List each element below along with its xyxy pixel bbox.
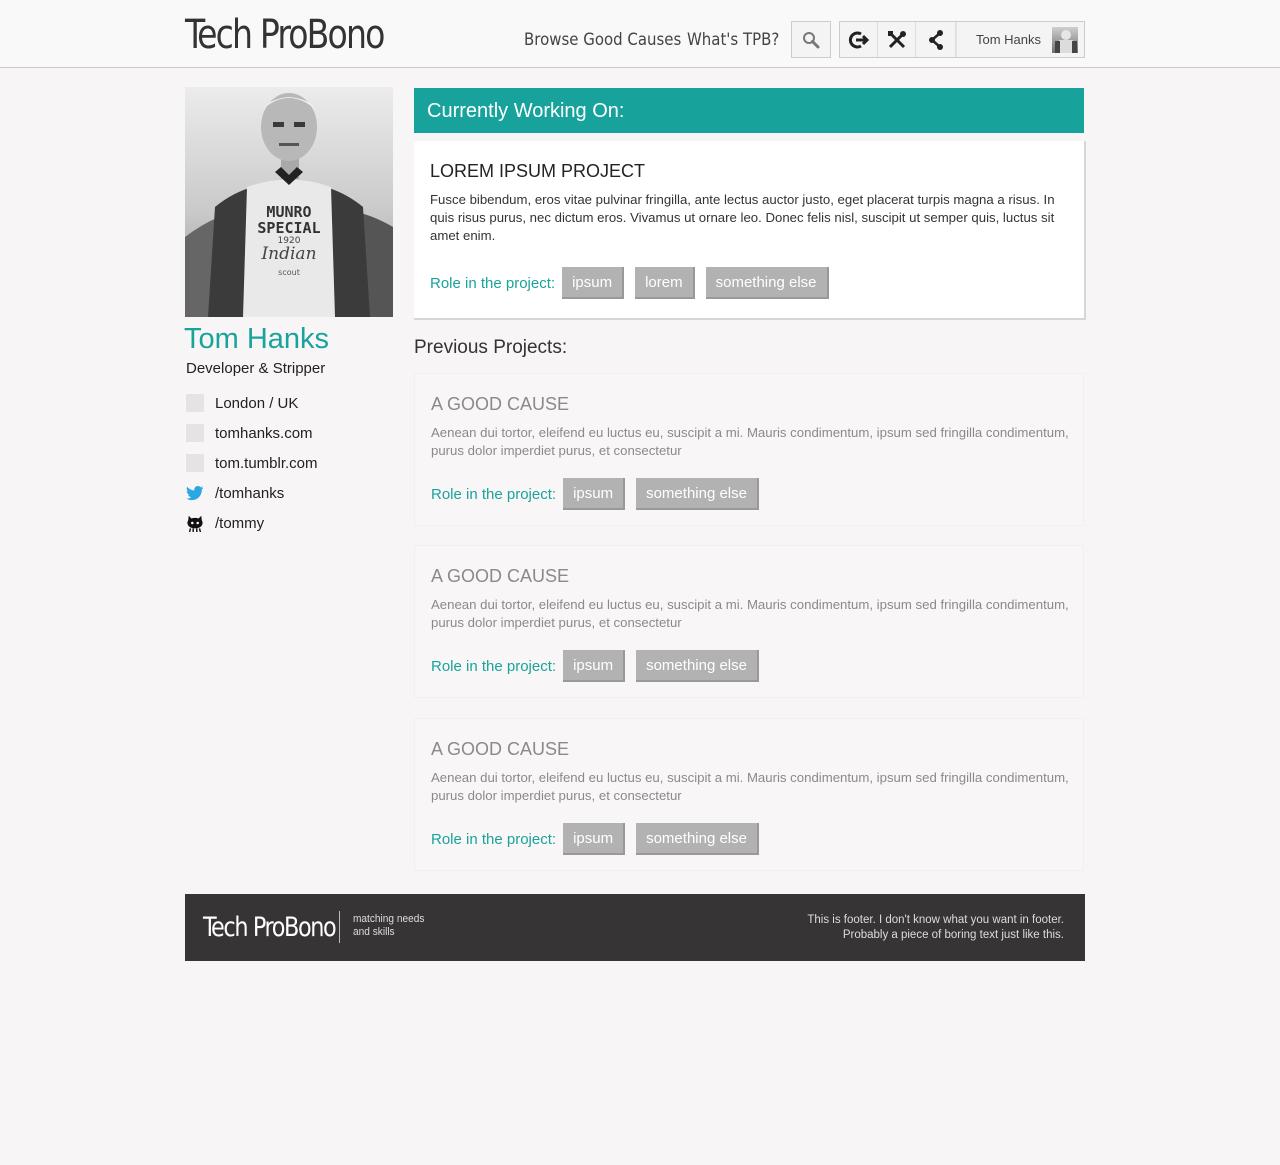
role-label: Role in the project: — [431, 830, 557, 848]
profile-name: Tom Hanks — [184, 323, 330, 355]
settings-button[interactable] — [878, 22, 916, 57]
avatar — [1052, 26, 1078, 53]
footer-tagline: matching needs and skills — [353, 913, 424, 939]
role-tag[interactable]: something else — [636, 650, 759, 682]
role-tag[interactable]: something else — [705, 267, 829, 299]
current-project-roles: Role in the project: ipsum lorem somethi… — [430, 267, 1068, 299]
previous-project-roles: Role in the project: ipsum something els… — [431, 478, 1067, 510]
footer-text: This is footer. I don't know what you wa… — [807, 913, 1064, 943]
location-text: London / UK — [215, 394, 299, 412]
site-header: Tech ProBono Browse Good Causes What's T… — [0, 0, 1280, 68]
role-label: Role in the project: — [430, 274, 556, 292]
previous-project-description: Aenean dui tortor, eleifend eu luctus eu… — [431, 597, 1069, 630]
github-link[interactable]: /tommy — [215, 515, 264, 532]
previous-project-roles: Role in the project: ipsum something els… — [431, 650, 1067, 682]
info-twitter[interactable]: /tomhanks — [186, 478, 406, 508]
tumblr-link[interactable]: tom.tumblr.com — [215, 455, 318, 472]
footer-logo[interactable]: Tech ProBono — [203, 912, 337, 943]
role-tag[interactable]: lorem — [635, 267, 695, 299]
info-location: London / UK — [186, 388, 406, 418]
footer-tagline-line-2: and skills — [353, 926, 395, 938]
website-icon — [186, 424, 204, 442]
previous-project-card: A GOOD CAUSE Aenean dui tortor, eleifend… — [414, 545, 1084, 698]
role-label: Role in the project: — [431, 657, 557, 675]
shirt-text-scout: scout — [278, 268, 300, 277]
info-website[interactable]: tomhanks.com — [186, 418, 406, 448]
website-link[interactable]: tomhanks.com — [215, 425, 313, 442]
role-label: Role in the project: — [431, 485, 557, 503]
location-icon — [186, 394, 204, 412]
user-toolbar: Tom Hanks — [839, 21, 1085, 58]
role-tag[interactable]: ipsum — [562, 267, 625, 299]
search-icon — [803, 31, 820, 48]
footer-text-line-1: This is footer. I don't know what you wa… — [807, 914, 1064, 926]
logout-icon — [848, 31, 869, 48]
previous-project-roles: Role in the project: ipsum something els… — [431, 823, 1067, 855]
github-icon — [186, 514, 204, 533]
role-tag[interactable]: ipsum — [563, 478, 626, 510]
previous-project-card: A GOOD CAUSE Aenean dui tortor, eleifend… — [414, 718, 1084, 871]
twitter-link[interactable]: /tomhanks — [215, 485, 284, 502]
info-tumblr[interactable]: tom.tumblr.com — [186, 448, 406, 478]
site-footer: Tech ProBono matching needs and skills T… — [185, 894, 1085, 961]
tools-icon — [887, 30, 906, 48]
site-logo[interactable]: Tech ProBono — [185, 12, 385, 58]
previous-project-title[interactable]: A GOOD CAUSE — [431, 566, 1067, 587]
role-tag[interactable]: something else — [636, 478, 759, 510]
previous-project-card: A GOOD CAUSE Aenean dui tortor, eleifend… — [414, 373, 1084, 526]
profile-photo: MUNRO SPECIAL 1920 Indian scout — [185, 87, 393, 317]
user-menu[interactable]: Tom Hanks — [956, 22, 1084, 57]
profile-title: Developer & Stripper — [186, 360, 326, 377]
twitter-icon — [186, 484, 204, 502]
nav-browse-good-causes[interactable]: Browse Good Causes — [524, 30, 681, 50]
footer-divider — [339, 911, 340, 943]
role-tag[interactable]: ipsum — [563, 823, 626, 855]
current-project-title[interactable]: LOREM IPSUM PROJECT — [430, 161, 1068, 182]
info-github[interactable]: /tommy — [186, 508, 406, 538]
previous-projects-heading: Previous Projects: — [414, 337, 568, 358]
previous-project-description: Aenean dui tortor, eleifend eu luctus eu… — [431, 770, 1069, 803]
nav-whats-tpb[interactable]: What's TPB? — [687, 30, 779, 50]
tumblr-icon — [186, 454, 204, 472]
previous-project-title[interactable]: A GOOD CAUSE — [431, 394, 1067, 415]
logout-button[interactable] — [840, 22, 878, 57]
profile-info-list: London / UK tomhanks.com tom.tumblr.com … — [186, 388, 406, 538]
previous-project-title[interactable]: A GOOD CAUSE — [431, 739, 1067, 760]
current-project-card: LOREM IPSUM PROJECT Fusce bibendum, eros… — [414, 141, 1086, 320]
footer-text-line-2: Probably a piece of boring text just lik… — [842, 929, 1064, 941]
role-tag[interactable]: something else — [636, 823, 759, 855]
user-name: Tom Hanks — [975, 32, 1041, 47]
shirt-text-indian: Indian — [260, 244, 316, 264]
share-icon — [928, 29, 943, 50]
share-button[interactable] — [916, 22, 956, 57]
current-project-heading: Currently Working On: — [414, 88, 1084, 133]
role-tag[interactable]: ipsum — [563, 650, 626, 682]
shirt-text-special: SPECIAL — [257, 219, 320, 237]
footer-tagline-line-1: matching needs — [353, 913, 425, 925]
search-button[interactable] — [791, 21, 831, 58]
current-project-description: Fusce bibendum, eros vitae pulvinar frin… — [430, 192, 1055, 243]
previous-project-description: Aenean dui tortor, eleifend eu luctus eu… — [431, 425, 1069, 458]
